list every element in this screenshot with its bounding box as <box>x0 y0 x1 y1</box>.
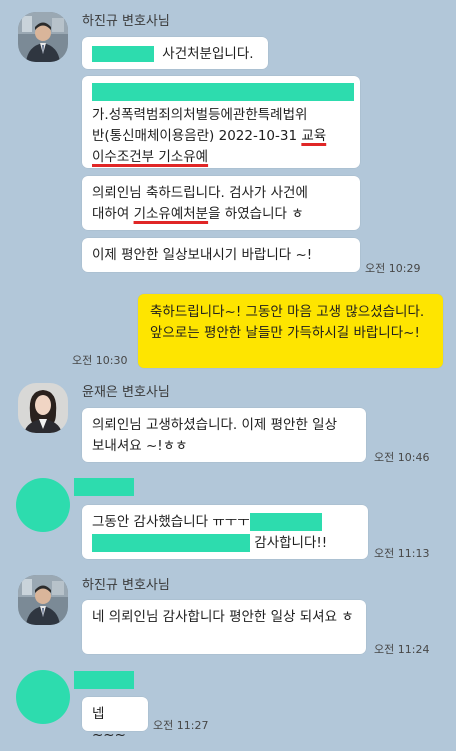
message-text: 감사합니다!! <box>254 535 328 551</box>
message-bubble[interactable]: 가.성폭력범죄의처벌등에관한특례법위 반(통신매체이용음란) 2022-10-3… <box>82 76 360 168</box>
message-bubble[interactable]: 그동안 감사했습니다 ㅠㅜㅜ 감사합니다!! <box>82 505 368 559</box>
message-text: 넵~~~ <box>92 706 126 743</box>
avatar-lawyer-ha[interactable] <box>18 575 68 625</box>
message-bubble[interactable]: 넵~~~ <box>82 697 148 743</box>
redacted-sender-name <box>74 671 134 689</box>
message-text: 축하드립니다~! 그동안 마음 고생 많으셨습니다. 앞으로는 평안한 날들만 … <box>150 304 425 341</box>
avatar-lawyer-yoon[interactable] <box>18 383 68 433</box>
message-bubble[interactable]: 이제 평안한 일상보내시기 바랍니다 ~! <box>82 238 360 272</box>
timestamp: 오전 10:46 <box>374 451 430 464</box>
message-text: 그동안 감사했습니다 ㅠㅜㅜ <box>92 512 358 533</box>
timestamp: 오전 11:13 <box>374 547 430 560</box>
underlined-text: 이수조건부 기소유예 <box>92 149 209 165</box>
message-text: 반(통신매체이용음란) 2022-10-31 교육 <box>92 126 350 147</box>
timestamp: 오전 10:29 <box>365 262 421 275</box>
sender-name: 윤재은 변호사님 <box>82 385 170 400</box>
message-text: 대하여 기소유예처분을 하였습니다 ㅎ <box>92 204 350 225</box>
timestamp: 오전 10:30 <box>72 354 128 367</box>
timestamp: 오전 11:24 <box>374 643 430 656</box>
underlined-text: 기소유예처분 <box>133 206 209 222</box>
my-message-bubble[interactable]: 축하드립니다~! 그동안 마음 고생 많으셨습니다. 앞으로는 평안한 날들만 … <box>138 294 443 368</box>
message-text-part: 을 하였습니다 ㅎ <box>208 206 304 222</box>
message-bubble[interactable]: 의뢰인님 고생하셨습니다. 이제 평안한 일상 보내셔요 ~!ㅎㅎ <box>82 408 366 462</box>
message-text: 이제 평안한 일상보내시기 바랍니다 ~! <box>92 247 313 263</box>
redaction-bar <box>92 46 154 62</box>
message-text: 의뢰인님 고생하셨습니다. 이제 평안한 일상 보내셔요 ~!ㅎㅎ <box>92 417 338 454</box>
redaction-bar <box>92 83 354 101</box>
avatar-lawyer-ha[interactable] <box>18 12 68 62</box>
message-text: 의뢰인님 축하드립니다. 검사가 사건에 <box>92 185 308 201</box>
message-text-part: 그동안 감사했습니다 ㅠㅜㅜ <box>92 514 250 530</box>
redacted-avatar[interactable] <box>16 670 70 724</box>
message-text: 사건처분입니다. <box>162 46 254 62</box>
timestamp: 오전 11:27 <box>153 719 209 732</box>
redacted-avatar[interactable] <box>16 478 70 532</box>
message-bubble[interactable]: 사건처분입니다. <box>82 37 268 69</box>
message-text: 가.성폭력범죄의처벌등에관한특례법위 <box>92 107 308 123</box>
redaction-bar <box>92 534 250 552</box>
redaction-bar <box>249 513 322 531</box>
redacted-sender-name <box>74 478 134 496</box>
message-bubble[interactable]: 네 의뢰인님 감사합니다 평안한 일상 되셔요 ㅎ <box>82 600 366 654</box>
message-text: 네 의뢰인님 감사합니다 평안한 일상 되셔요 ㅎ <box>92 609 354 625</box>
message-bubble[interactable]: 의뢰인님 축하드립니다. 검사가 사건에 대하여 기소유예처분을 하였습니다 ㅎ <box>82 176 360 230</box>
sender-name: 하진규 변호사님 <box>82 14 170 29</box>
message-text-part: 대하여 <box>92 206 134 222</box>
sender-name: 하진규 변호사님 <box>82 578 170 593</box>
underlined-text: 교육 <box>301 128 327 144</box>
message-text-part: 반(통신매체이용음란) 2022-10-31 <box>92 128 302 144</box>
